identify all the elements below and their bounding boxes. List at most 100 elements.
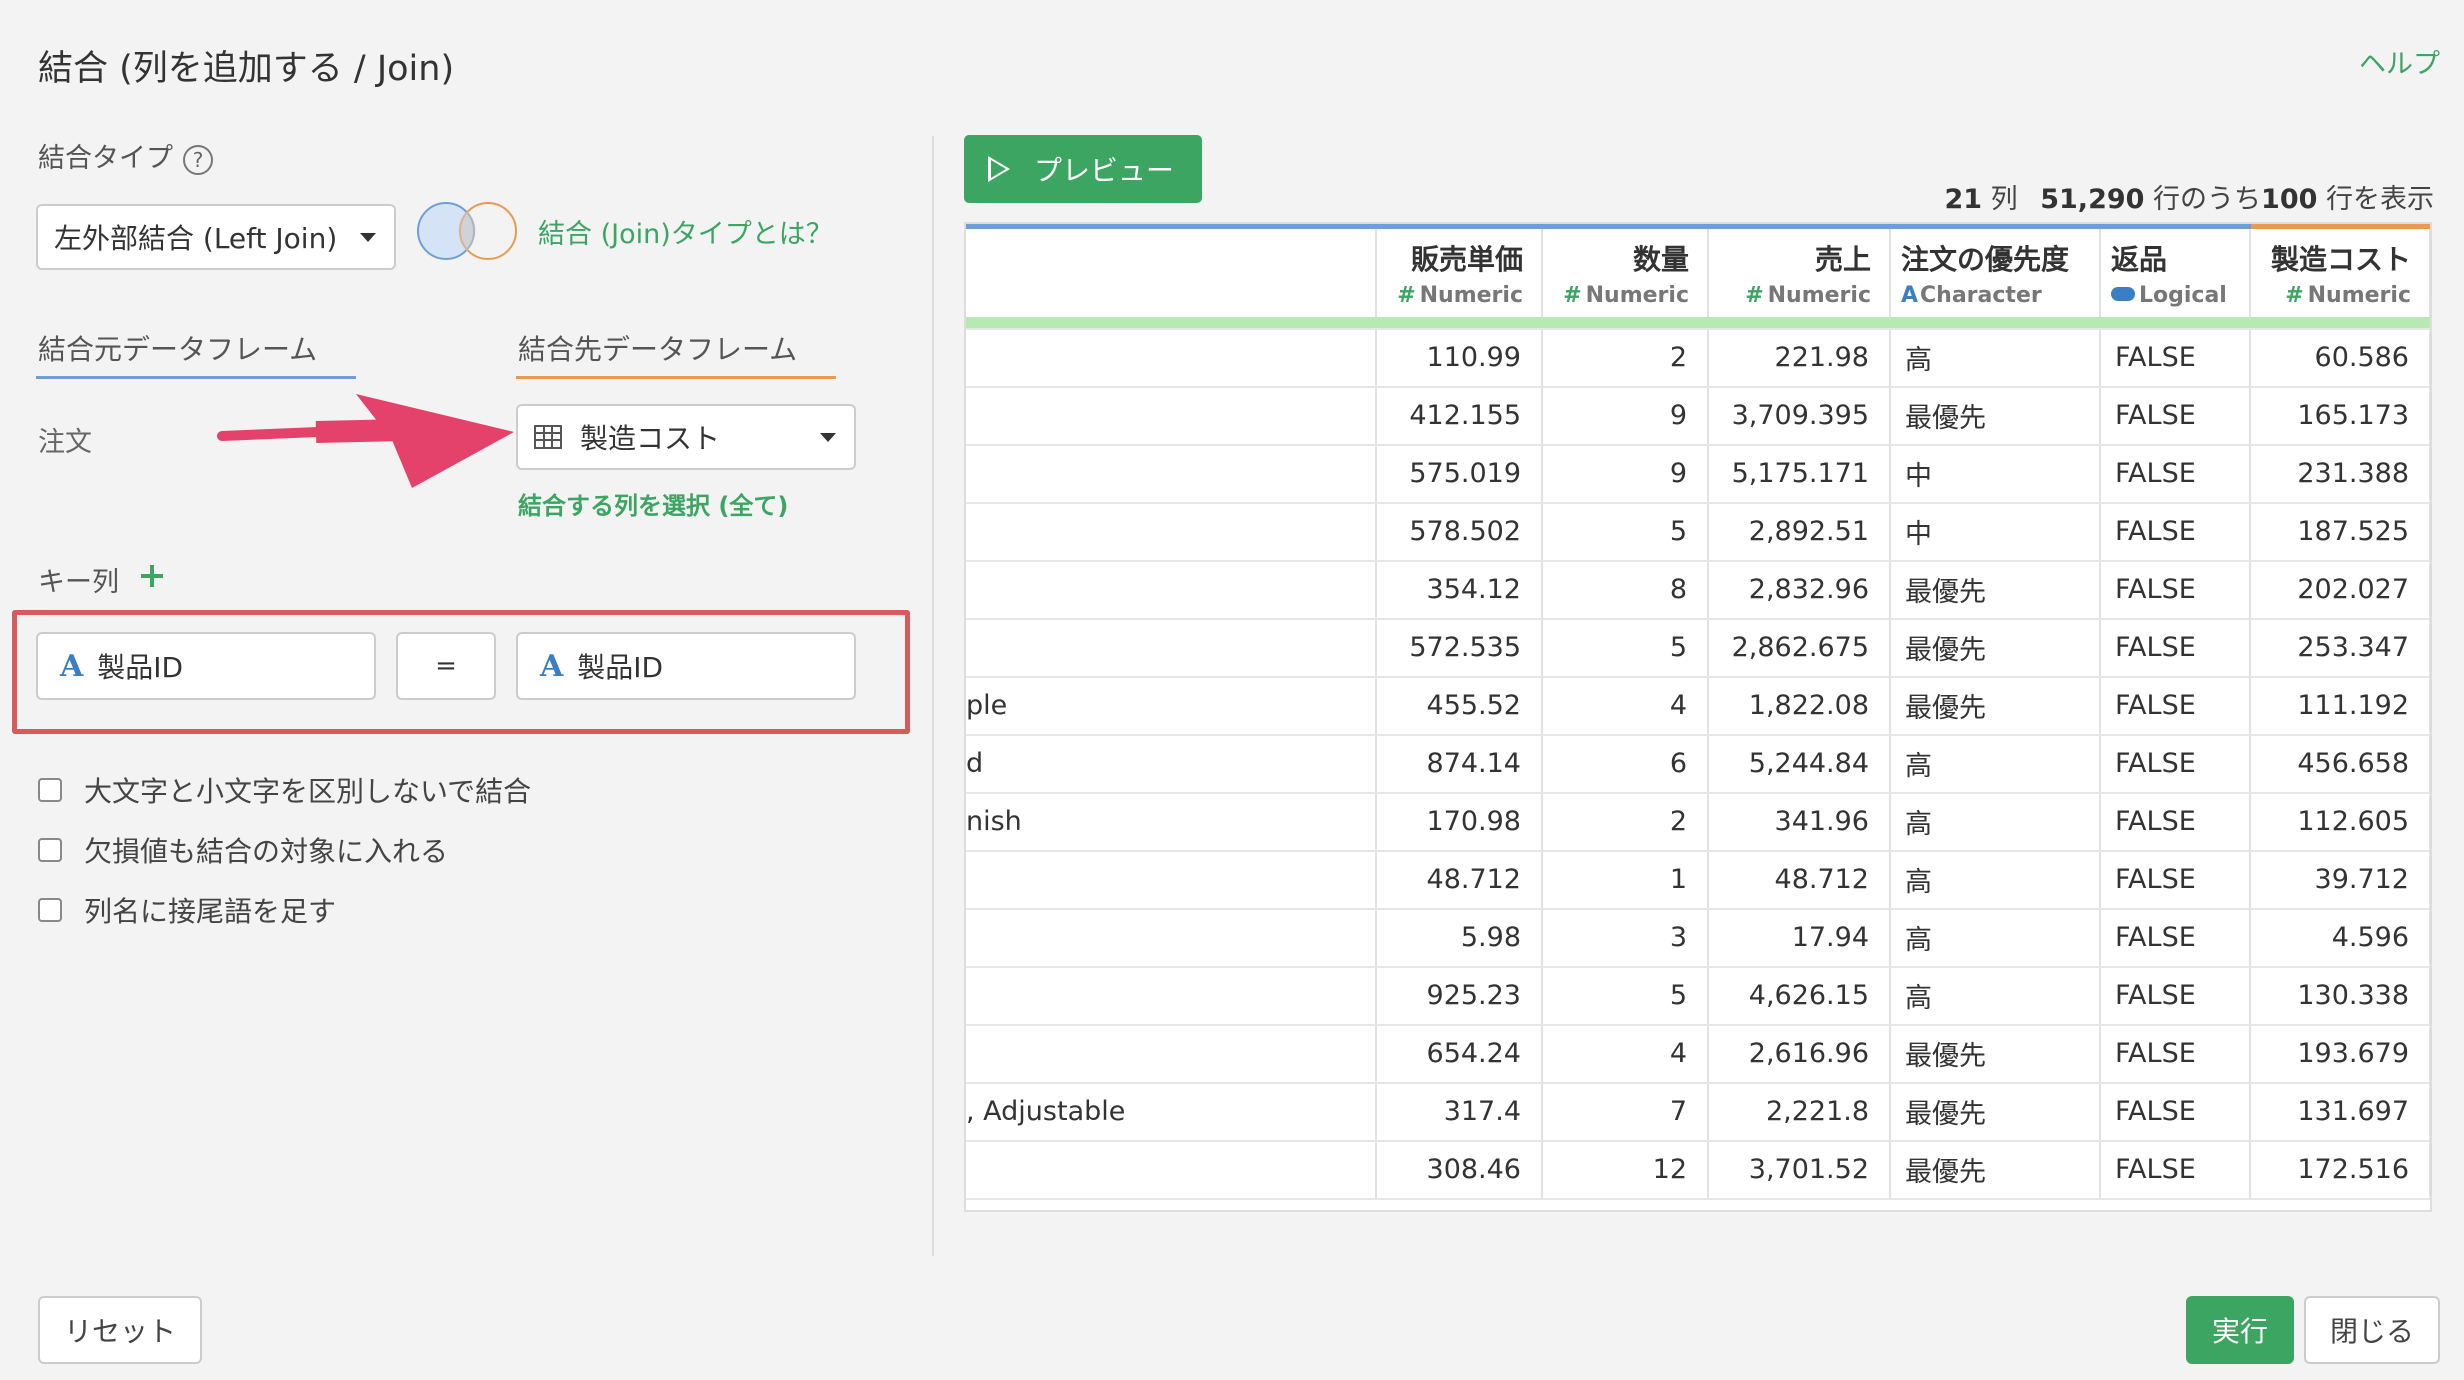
table-cell[interactable]: FALSE [2100,850,2251,910]
table-cell[interactable]: 最優先 [1890,386,2101,446]
table-cell[interactable]: 253.347 [2250,618,2430,678]
preview-table[interactable]: 販売単価 # Numeric 数量 # Numeric 売上 # Numeric 注文… [964,222,2432,1212]
table-cell[interactable]: 165.173 [2250,386,2430,446]
table-cell[interactable] [966,328,1377,388]
table-cell[interactable]: 高 [1890,850,2101,910]
table-cell[interactable]: FALSE [2100,1082,2251,1142]
option-add-suffix[interactable]: 列名に接尾語を足す [38,890,336,930]
key-operator[interactable]: = [396,632,496,700]
table-cell[interactable]: 110.99 [1376,328,1543,388]
table-cell[interactable] [966,966,1377,1026]
column-header-quantity[interactable]: 数量 # Numeric [1542,224,1709,317]
option-include-missing[interactable]: 欠損値も結合の対象に入れる [38,830,448,870]
table-cell[interactable]: 高 [1890,328,2101,388]
table-cell[interactable]: 9 [1542,386,1709,446]
help-link[interactable]: ヘルプ [2359,42,2440,81]
table-cell[interactable]: 131.697 [2250,1082,2430,1142]
join-type-select[interactable]: 左外部結合 (Left Join) [36,204,396,270]
table-cell[interactable]: FALSE [2100,908,2251,968]
table-cell[interactable]: 9 [1542,444,1709,504]
checkbox[interactable] [38,778,62,802]
table-cell[interactable]: nish [966,792,1377,852]
table-cell[interactable]: 2 [1542,792,1709,852]
table-cell[interactable]: 193.679 [2250,1024,2430,1084]
table-cell[interactable]: 中 [1890,502,2101,562]
table-cell[interactable]: FALSE [2100,502,2251,562]
table-cell[interactable]: 4 [1542,676,1709,736]
table-cell[interactable]: FALSE [2100,618,2251,678]
table-cell[interactable]: 3,701.52 [1708,1140,1891,1200]
table-cell[interactable] [966,502,1377,562]
table-cell[interactable]: 456.658 [2250,734,2430,794]
table-cell[interactable]: 4.596 [2250,908,2430,968]
table-cell[interactable]: FALSE [2100,386,2251,446]
table-cell[interactable]: 6 [1542,734,1709,794]
table-cell[interactable]: 最優先 [1890,618,2101,678]
left-key-column[interactable]: A 製品ID [36,632,376,700]
table-cell[interactable]: 111.192 [2250,676,2430,736]
table-cell[interactable]: 354.12 [1376,560,1543,620]
table-cell[interactable]: 4,626.15 [1708,966,1891,1026]
table-cell[interactable]: 455.52 [1376,676,1543,736]
table-cell[interactable]: 1 [1542,850,1709,910]
table-cell[interactable]: 2,221.8 [1708,1082,1891,1142]
table-cell[interactable]: 7 [1542,1082,1709,1142]
table-cell[interactable]: 130.338 [2250,966,2430,1026]
table-cell[interactable]: 187.525 [2250,502,2430,562]
table-cell[interactable]: 2,616.96 [1708,1024,1891,1084]
join-type-info-link[interactable]: 結合 (Join)タイプとは？ [538,212,833,251]
table-cell[interactable]: 317.4 [1376,1082,1543,1142]
table-cell[interactable]: 1,822.08 [1708,676,1891,736]
option-case-insensitive[interactable]: 大文字と小文字を区別しないで結合 [38,770,531,810]
table-cell[interactable]: FALSE [2100,734,2251,794]
table-cell[interactable]: 高 [1890,792,2101,852]
table-cell[interactable] [966,1140,1377,1200]
table-cell[interactable]: FALSE [2100,1140,2251,1200]
table-cell[interactable]: 2,892.51 [1708,502,1891,562]
plus-icon[interactable] [138,562,166,590]
table-cell[interactable]: 4 [1542,1024,1709,1084]
table-cell[interactable] [966,1024,1377,1084]
table-cell[interactable] [966,386,1377,446]
table-cell[interactable]: 3,709.395 [1708,386,1891,446]
table-cell[interactable]: FALSE [2100,792,2251,852]
table-cell[interactable]: 5,244.84 [1708,734,1891,794]
table-cell[interactable]: 中 [1890,444,2101,504]
table-cell[interactable]: 最優先 [1890,560,2101,620]
table-cell[interactable]: 5,175.171 [1708,444,1891,504]
table-cell[interactable]: 172.516 [2250,1140,2430,1200]
table-cell[interactable]: FALSE [2100,560,2251,620]
table-cell[interactable]: 575.019 [1376,444,1543,504]
table-cell[interactable]: 48.712 [1708,850,1891,910]
table-cell[interactable]: 高 [1890,908,2101,968]
select-columns-link[interactable]: 結合する列を選択 (全て) [518,486,788,521]
column-header-sale-price[interactable]: 販売単価 # Numeric [1376,224,1543,317]
table-cell[interactable]: 5 [1542,618,1709,678]
column-header-priority[interactable]: 注文の優先度 ACharacter [1890,224,2101,317]
table-cell[interactable]: 最優先 [1890,676,2101,736]
table-cell[interactable]: 5 [1542,502,1709,562]
table-cell[interactable]: 5 [1542,966,1709,1026]
table-cell[interactable]: 654.24 [1376,1024,1543,1084]
table-cell[interactable]: 12 [1542,1140,1709,1200]
table-cell[interactable]: 48.712 [1376,850,1543,910]
table-cell[interactable]: 202.027 [2250,560,2430,620]
table-cell[interactable]: ple [966,676,1377,736]
table-cell[interactable]: 874.14 [1376,734,1543,794]
table-cell[interactable] [966,444,1377,504]
column-header-manufacturing-cost[interactable]: 製造コスト # Numeric [2250,224,2430,317]
table-cell[interactable]: 308.46 [1376,1140,1543,1200]
table-cell[interactable]: 572.535 [1376,618,1543,678]
table-cell[interactable] [966,908,1377,968]
column-header-sales[interactable]: 売上 # Numeric [1708,224,1891,317]
table-cell[interactable]: 578.502 [1376,502,1543,562]
table-cell[interactable]: 112.605 [2250,792,2430,852]
table-cell[interactable]: 2 [1542,328,1709,388]
close-button[interactable]: 閉じる [2304,1296,2440,1364]
table-cell[interactable]: 2,862.675 [1708,618,1891,678]
table-cell[interactable]: FALSE [2100,676,2251,736]
table-cell[interactable]: 5.98 [1376,908,1543,968]
table-cell[interactable]: 最優先 [1890,1140,2101,1200]
table-cell[interactable] [966,560,1377,620]
table-cell[interactable]: FALSE [2100,328,2251,388]
